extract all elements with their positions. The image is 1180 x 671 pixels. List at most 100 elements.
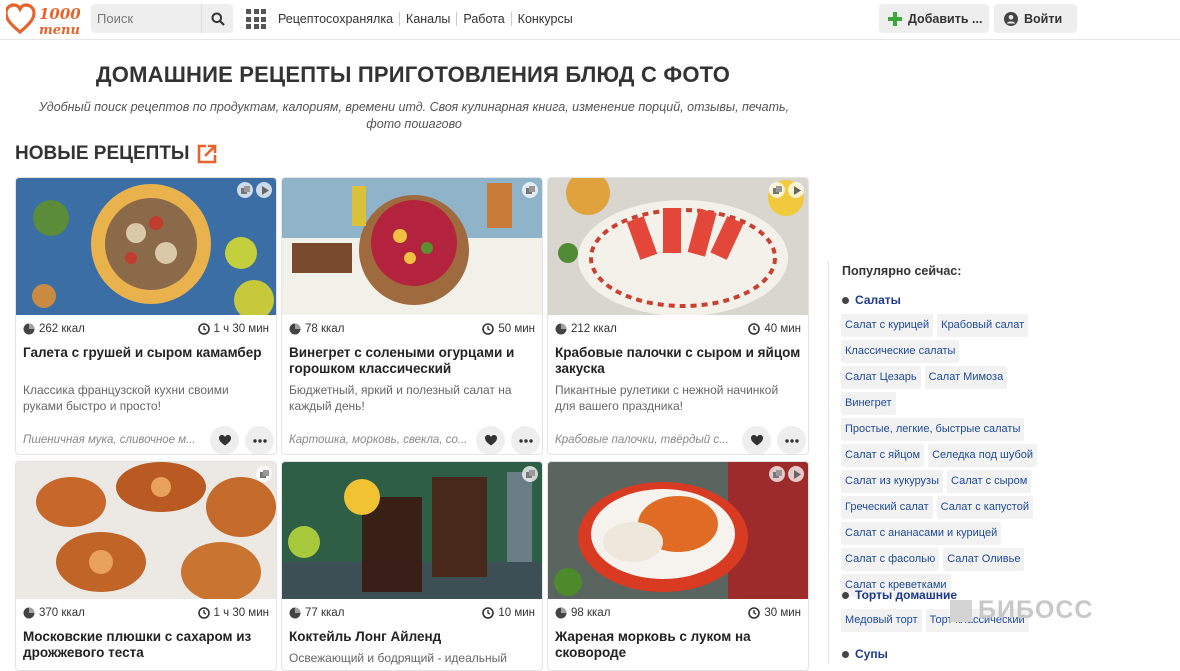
- recipe-title[interactable]: Московские плюшки с сахаром из дрожжевог…: [16, 629, 276, 661]
- site-logo[interactable]: 1000 menu: [4, 3, 81, 38]
- favorite-button[interactable]: [476, 426, 505, 454]
- recipe-ingredients: Крабовые палочки, твёрдый с...: [555, 434, 729, 446]
- tag-link[interactable]: Салат из кукурузы: [841, 470, 944, 493]
- add-button[interactable]: Добавить ...: [879, 4, 989, 33]
- tag-link[interactable]: Салат с яйцом: [841, 444, 925, 467]
- tags-salads: Салат с курицей Крабовый салат Классичес…: [841, 314, 1041, 597]
- search-icon: [211, 12, 225, 26]
- pie-chart-icon: [23, 607, 35, 619]
- recipe-title[interactable]: Коктейль Лонг Айленд: [282, 629, 542, 645]
- tag-link[interactable]: Салат с фасолью: [841, 548, 940, 571]
- favorite-button[interactable]: [742, 426, 771, 454]
- category-soups[interactable]: Супы: [842, 647, 888, 661]
- heart-icon: [218, 435, 231, 446]
- more-button[interactable]: [511, 426, 540, 454]
- recipe-card[interactable]: 212 ккал 40 мин Крабовые палочки с сыром…: [547, 177, 809, 455]
- tag-link[interactable]: Салат с ананасами и курицей: [841, 522, 1002, 545]
- recipe-title[interactable]: Галета с грушей и сыром камамбер: [16, 345, 276, 377]
- recipe-time: 50 мин: [482, 323, 535, 335]
- recipe-title[interactable]: Крабовые палочки с сыром и яйцом закуска: [548, 345, 808, 377]
- tag-link[interactable]: Салат Мимоза: [924, 366, 1008, 389]
- clock-icon: [482, 323, 495, 335]
- more-button[interactable]: [245, 426, 274, 454]
- login-button[interactable]: Войти: [994, 4, 1077, 33]
- bullet-icon: [842, 591, 849, 599]
- tag-link[interactable]: Медовый торт: [841, 609, 922, 632]
- recipe-card[interactable]: 98 ккал 30 мин Жареная морковь с луком н…: [547, 461, 809, 671]
- section-new-recipes: НОВЫЕ РЕЦЕПТЫ: [15, 143, 218, 165]
- tag-link[interactable]: Греческий салат: [841, 496, 933, 519]
- recipe-time: 40 мин: [748, 323, 801, 335]
- tag-link[interactable]: Селедка под шубой: [928, 444, 1038, 467]
- nav-channels[interactable]: Каналы: [400, 12, 458, 26]
- more-dots-icon: [252, 438, 267, 443]
- play-icon[interactable]: [256, 182, 272, 198]
- recipe-photo[interactable]: [548, 178, 808, 315]
- recipe-title[interactable]: Винегрет с солеными огурцами и горошком …: [282, 345, 542, 377]
- pie-chart-icon: [555, 323, 567, 335]
- recipe-photo[interactable]: [16, 462, 276, 599]
- tag-link[interactable]: Салат Цезарь: [841, 366, 921, 389]
- tag-link[interactable]: Салат Оливье: [943, 548, 1025, 571]
- stack-icon: [769, 466, 785, 482]
- recipe-photo[interactable]: [16, 178, 276, 315]
- login-button-label: Войти: [1024, 11, 1063, 26]
- svg-text:1000: 1000: [39, 5, 80, 23]
- tag-link[interactable]: Классические салаты: [841, 340, 960, 363]
- tag-link[interactable]: Простые, легкие, быстрые салаты: [841, 418, 1025, 441]
- more-button[interactable]: [777, 426, 806, 454]
- play-icon[interactable]: [788, 466, 804, 482]
- stack-icon: [256, 466, 272, 482]
- nav-work[interactable]: Работа: [457, 12, 512, 26]
- page-title: ДОМАШНИЕ РЕЦЕПТЫ ПРИГОТОВЛЕНИЯ БЛЮД С ФО…: [95, 62, 731, 87]
- pie-chart-icon: [23, 323, 35, 335]
- tag-link[interactable]: Салат с сыром: [947, 470, 1032, 493]
- tag-link[interactable]: Салат с курицей: [841, 314, 934, 337]
- tag-link[interactable]: Винегрет: [841, 392, 896, 415]
- recipe-card[interactable]: 78 ккал 50 мин Винегрет с солеными огурц…: [281, 177, 543, 455]
- recipe-calories: 78 ккал: [289, 323, 344, 335]
- tag-link[interactable]: Салат с капустой: [936, 496, 1033, 519]
- recipe-photo[interactable]: [282, 462, 542, 599]
- watermark-logo-icon: [950, 599, 972, 622]
- recipe-card[interactable]: 262 ккал 1 ч 30 мин Галета с грушей и сы…: [15, 177, 277, 455]
- external-link-icon[interactable]: [196, 143, 218, 165]
- bullet-icon: [842, 296, 849, 304]
- clock-icon: [748, 323, 761, 335]
- heart-icon: [484, 435, 497, 446]
- recipe-calories: 370 ккал: [23, 607, 85, 619]
- recipe-title[interactable]: Жареная морковь с луком на сковороде: [548, 629, 808, 661]
- pie-chart-icon: [289, 607, 301, 619]
- recipe-description: Пикантные рулетики с нежной начинкой для…: [555, 383, 779, 413]
- recipe-card[interactable]: 370 ккал 1 ч 30 мин Московские плюшки с …: [15, 461, 277, 671]
- page-subtitle: Удобный поиск рецептов по продуктам, кал…: [38, 100, 790, 131]
- top-bar: 1000 menu Рецептосохранялка Каналы Работ…: [0, 0, 1180, 40]
- recipe-meta: 262 ккал 1 ч 30 мин: [16, 322, 276, 336]
- stack-icon: [769, 182, 785, 198]
- more-dots-icon: [518, 438, 533, 443]
- play-icon[interactable]: [788, 182, 804, 198]
- pie-chart-icon: [555, 607, 567, 619]
- recipe-calories: 98 ккал: [555, 607, 610, 619]
- recipe-card[interactable]: 77 ккал 10 мин Коктейль Лонг Айленд Осве…: [281, 461, 543, 671]
- category-salads[interactable]: Салаты: [842, 293, 901, 307]
- recipe-calories: 262 ккал: [23, 323, 85, 335]
- favorite-button[interactable]: [210, 426, 239, 454]
- category-cakes[interactable]: Торты домашние: [842, 588, 957, 602]
- recipe-calories: 212 ккал: [555, 323, 617, 335]
- tag-link[interactable]: Крабовый салат: [937, 314, 1029, 337]
- search-box: [91, 4, 233, 33]
- nav-recipe-saver[interactable]: Рецептосохранялка: [272, 12, 401, 26]
- stack-icon: [522, 466, 538, 482]
- stack-icon: [522, 182, 538, 198]
- watermark: БИБОСС: [950, 596, 1093, 625]
- recipe-meta: 98 ккал 30 мин: [548, 606, 808, 620]
- more-dots-icon: [784, 438, 799, 443]
- clock-icon: [748, 607, 761, 619]
- search-button[interactable]: [201, 4, 233, 33]
- search-input[interactable]: [91, 4, 201, 33]
- recipe-photo[interactable]: [548, 462, 808, 599]
- recipe-photo[interactable]: [282, 178, 542, 315]
- apps-grid-icon[interactable]: [246, 9, 266, 29]
- nav-contests[interactable]: Конкурсы: [512, 12, 579, 26]
